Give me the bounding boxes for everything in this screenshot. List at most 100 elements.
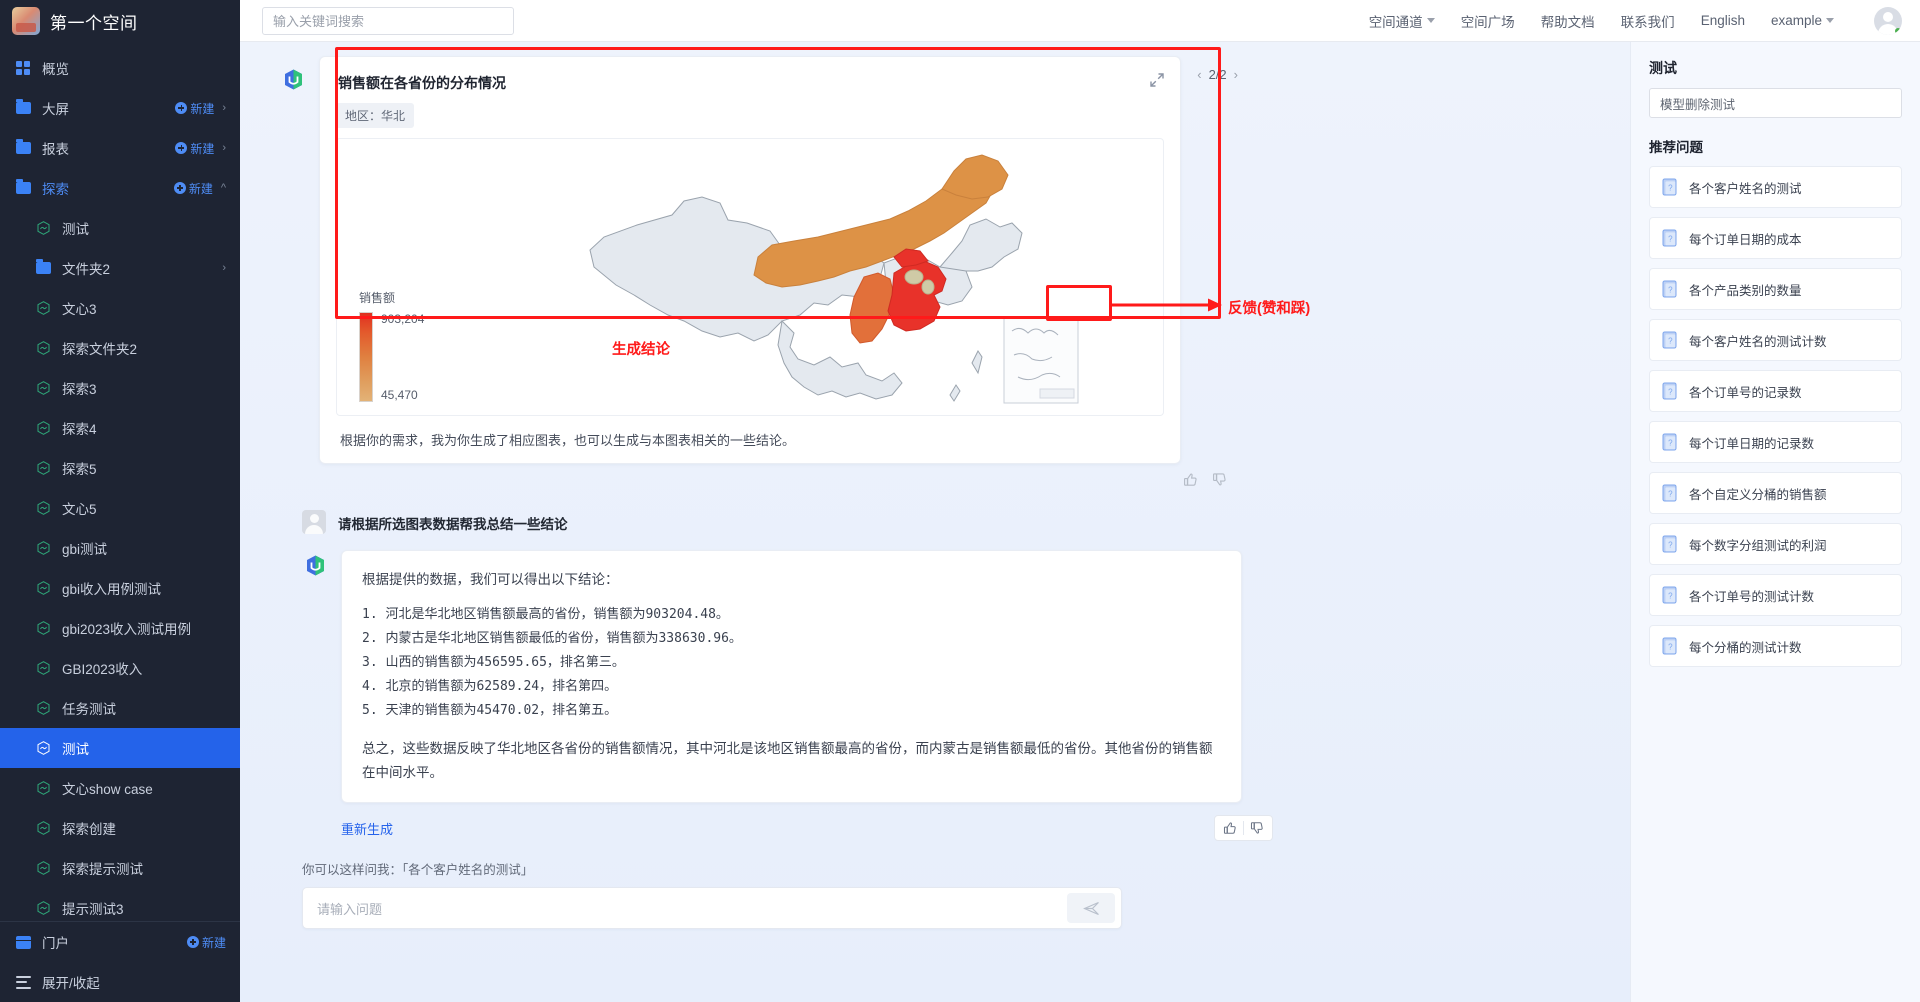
question-placeholder: 请输入问题 xyxy=(317,901,383,917)
recommended-question-item[interactable]: ? 各个订单号的测试计数 xyxy=(1649,574,1902,616)
svg-text:?: ? xyxy=(1668,540,1673,549)
chart-hex-icon xyxy=(36,860,56,876)
nav-language-english[interactable]: English xyxy=(1701,13,1745,28)
sidebar-item-label: 探索4 xyxy=(62,422,97,437)
legend-min-label: 45,470 xyxy=(381,388,418,402)
annotation-label-feedback: 反馈(赞和踩) xyxy=(1228,301,1311,317)
nav-contact-us[interactable]: 联系我们 xyxy=(1621,11,1675,31)
answer-list-item: 1. 河北是华北地区销售额最高的省份，销售额为903204.48。 xyxy=(362,606,729,622)
sidebar-item-explore-child[interactable]: 文心5 xyxy=(0,488,240,528)
folder-icon xyxy=(16,179,36,194)
region-beijing xyxy=(904,269,924,285)
chevron-up-icon[interactable]: ^ xyxy=(221,182,226,194)
sidebar-item-report[interactable]: 报表 新建 › xyxy=(0,128,240,168)
sidebar-item-explore-child[interactable]: gbi测试 xyxy=(0,528,240,568)
sidebar-item-explore-child[interactable]: 任务测试 xyxy=(0,688,240,728)
sidebar-item-explore-child[interactable]: GBI2023收入 xyxy=(0,648,240,688)
sidebar-item-explore[interactable]: 探索 新建 ^ xyxy=(0,168,240,208)
sidebar-item-explore-child[interactable]: 测试 xyxy=(0,208,240,248)
sidebar-item-label: gbi收入用例测试 xyxy=(62,582,162,597)
brand[interactable]: 第一个空间 xyxy=(0,0,240,42)
nav-space-channel[interactable]: 空间通道 xyxy=(1369,11,1435,31)
svg-text:?: ? xyxy=(1668,489,1673,498)
new-dashboard-button[interactable]: 新建 xyxy=(175,100,214,117)
pager-prev-icon[interactable]: ‹ xyxy=(1197,67,1201,82)
regenerate-button[interactable]: 重新生成 xyxy=(341,819,393,838)
chat-scroll[interactable]: 销售额在各省份的分布情况 地区：华北 销售额 903,204 45,470 根据… xyxy=(280,42,1590,1002)
sidebar-item-explore-child[interactable]: 文心3 xyxy=(0,288,240,328)
pager-next-icon[interactable]: › xyxy=(1234,67,1238,82)
legend-max-label: 903,204 xyxy=(381,312,425,326)
send-button[interactable] xyxy=(1067,893,1115,924)
avatar[interactable] xyxy=(1874,6,1902,35)
recommended-question-item[interactable]: ? 各个产品类别的数量 xyxy=(1649,268,1902,310)
sidebar-item-explore-child[interactable]: 探索3 xyxy=(0,368,240,408)
sidebar-collapse-toggle[interactable]: 展开/收起 xyxy=(0,962,240,1002)
sidebar-item-explore-child[interactable]: 探索文件夹2 xyxy=(0,328,240,368)
sidebar-item-overview[interactable]: 概览 xyxy=(0,48,240,88)
recommended-question-label: 各个自定义分桶的销售额 xyxy=(1689,487,1827,502)
chevron-right-icon[interactable]: › xyxy=(222,262,226,274)
user-question: 请根据所选图表数据帮我总结一些结论 xyxy=(338,516,568,532)
workspace-logo-icon xyxy=(12,7,40,35)
sidebar-collapse-label: 展开/收起 xyxy=(42,976,100,991)
search-input[interactable]: 输入关键词搜索 xyxy=(262,6,514,35)
sidebar-item-explore-child[interactable]: 探索提示测试 xyxy=(0,848,240,888)
sidebar-item-dashboard[interactable]: 大屏 新建 › xyxy=(0,88,240,128)
nav-help-doc[interactable]: 帮助文档 xyxy=(1541,11,1595,31)
bot-avatar-icon xyxy=(280,66,307,93)
thumbs-down-icon[interactable] xyxy=(1244,816,1270,840)
svg-text:?: ? xyxy=(1668,183,1673,192)
sidebar-item-explore-child[interactable]: 探索创建 xyxy=(0,808,240,848)
sidebar-item-active-explore-child[interactable]: 测试 xyxy=(0,728,240,768)
chart-card: 销售额在各省份的分布情况 地区：华北 销售额 903,204 45,470 根据… xyxy=(319,56,1238,464)
user-message: 请根据所选图表数据帮我总结一些结论 xyxy=(302,508,1242,534)
recommended-question-label: 各个客户姓名的测试 xyxy=(1689,181,1802,196)
chart-hex-icon xyxy=(36,620,56,636)
recommended-question-item[interactable]: ? 每个订单日期的成本 xyxy=(1649,217,1902,259)
sidebar-item-explore-child[interactable]: 探索4 xyxy=(0,408,240,448)
nav-space-square[interactable]: 空间广场 xyxy=(1461,11,1515,31)
sidebar-item-label: 门户 xyxy=(42,936,69,951)
sidebar-item-explore-child[interactable]: 文心show case xyxy=(0,768,240,808)
thumbs-up-icon[interactable] xyxy=(1217,816,1243,840)
recommended-question-item[interactable]: ? 每个客户姓名的测试计数 xyxy=(1649,319,1902,361)
recommended-question-item[interactable]: ? 每个订单日期的记录数 xyxy=(1649,421,1902,463)
recommended-question-item[interactable]: ? 各个自定义分桶的销售额 xyxy=(1649,472,1902,514)
bot-avatar-icon xyxy=(302,552,329,579)
top-nav: 空间通道 空间广场 帮助文档 联系我们 English example xyxy=(1369,6,1902,35)
new-report-button[interactable]: 新建 xyxy=(175,140,214,157)
recommended-question-label: 每个订单日期的成本 xyxy=(1689,232,1802,247)
thumbs-down-icon[interactable] xyxy=(1212,472,1227,492)
sidebar-item-label: 文心3 xyxy=(62,302,97,317)
annotation-arrow-feedback xyxy=(1112,298,1222,312)
chevron-right-icon[interactable]: › xyxy=(222,102,226,114)
chart-hex-icon xyxy=(36,740,56,756)
thumbs-up-icon[interactable] xyxy=(1183,472,1198,492)
recommended-question-item[interactable]: ? 每个分桶的测试计数 xyxy=(1649,625,1902,667)
new-explore-button[interactable]: 新建 xyxy=(173,180,213,197)
question-doc-icon: ? xyxy=(1662,382,1679,401)
recommended-question-item[interactable]: ? 各个客户姓名的测试 xyxy=(1649,166,1902,208)
new-portal-button[interactable]: 新建 xyxy=(186,934,226,951)
chevron-right-icon[interactable]: › xyxy=(222,142,226,154)
nav-user-example[interactable]: example xyxy=(1771,13,1834,28)
recommended-question-label: 每个订单日期的记录数 xyxy=(1689,436,1815,451)
sidebar-item-portal[interactable]: 门户 新建 xyxy=(0,922,240,962)
chart-hex-icon xyxy=(36,700,56,716)
recommended-question-item[interactable]: ? 每个数字分组测试的利润 xyxy=(1649,523,1902,565)
sidebar-item-explore-child[interactable]: 文件夹2 › xyxy=(0,248,240,288)
model-select[interactable]: 模型删除测试 xyxy=(1649,88,1902,118)
expand-icon[interactable] xyxy=(1148,71,1166,89)
sidebar-item-explore-child[interactable]: gbi收入用例测试 xyxy=(0,568,240,608)
sidebar-item-label: 探索5 xyxy=(62,462,97,477)
feedback-group xyxy=(1214,815,1273,842)
recommended-question-label: 每个分桶的测试计数 xyxy=(1689,640,1802,655)
sidebar-item-explore-child[interactable]: gbi2023收入测试用例 xyxy=(0,608,240,648)
svg-text:?: ? xyxy=(1668,642,1673,651)
recommended-question-item[interactable]: ? 各个订单号的记录数 xyxy=(1649,370,1902,412)
question-input[interactable]: 请输入问题 xyxy=(302,887,1122,930)
map-chart[interactable]: 销售额 903,204 45,470 xyxy=(336,138,1164,416)
composer-area: 你可以这样问我：「各个客户姓名的测试」 请输入问题 xyxy=(302,859,1590,930)
sidebar-item-explore-child[interactable]: 探索5 xyxy=(0,448,240,488)
